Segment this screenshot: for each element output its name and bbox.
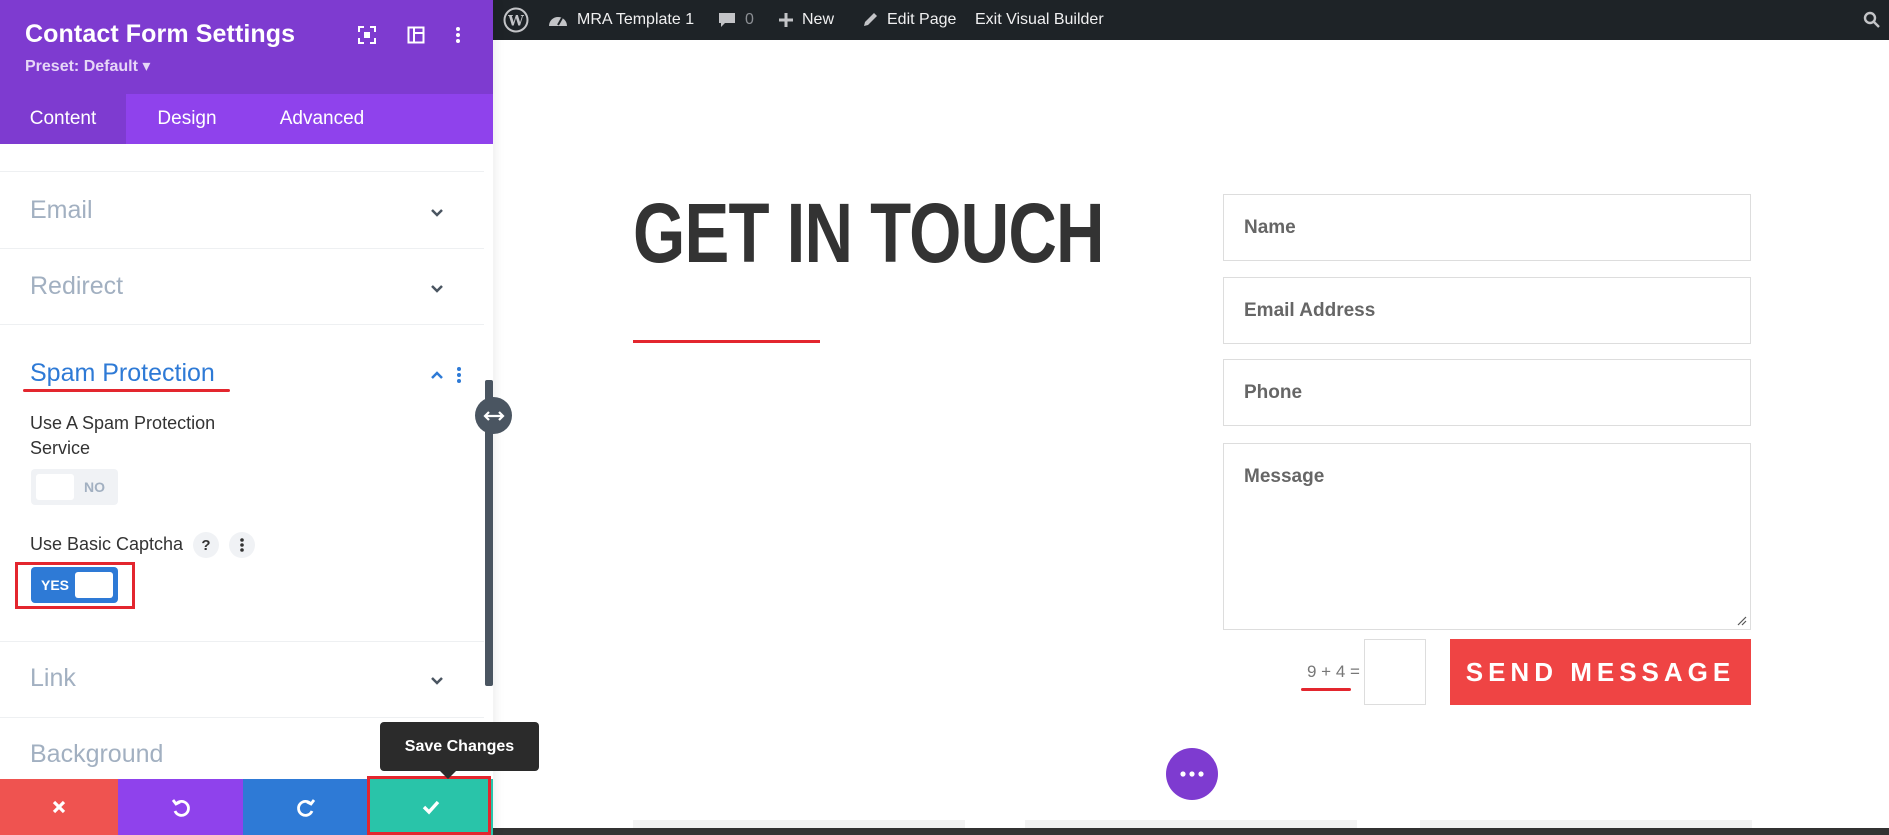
message-field[interactable]: Message bbox=[1223, 443, 1751, 630]
section-link[interactable]: Link bbox=[30, 664, 76, 693]
name-field[interactable]: Name bbox=[1223, 194, 1751, 261]
email-field[interactable]: Email Address bbox=[1223, 277, 1751, 344]
captcha-question: 9 + 4 = bbox=[1307, 662, 1360, 681]
search-icon[interactable] bbox=[1863, 0, 1881, 40]
preset-dropdown[interactable]: Preset: Default ▾ bbox=[25, 56, 150, 76]
resize-grip-icon bbox=[1737, 616, 1747, 626]
site-name: MRA Template 1 bbox=[577, 11, 695, 28]
bottom-border bbox=[493, 828, 1889, 835]
dashboard-icon bbox=[549, 17, 567, 26]
divider bbox=[0, 641, 484, 642]
more-options-icon[interactable] bbox=[447, 24, 469, 46]
panel-body: Email Redirect Spam Protection Use A Spa… bbox=[0, 144, 493, 779]
comments-link[interactable]: 0 bbox=[717, 0, 754, 40]
message-placeholder: Message bbox=[1244, 466, 1325, 487]
divider bbox=[0, 324, 484, 325]
annotation-underline bbox=[1301, 688, 1351, 691]
page-settings-button[interactable] bbox=[1166, 748, 1218, 800]
save-tooltip: Save Changes bbox=[380, 722, 539, 779]
panel-title: Contact Form Settings bbox=[25, 20, 296, 48]
email-placeholder: Email Address bbox=[1244, 300, 1376, 321]
chevron-down-icon[interactable] bbox=[427, 202, 447, 222]
content-card bbox=[1420, 820, 1752, 828]
more-dots-icon bbox=[1180, 771, 1204, 777]
spam-service-toggle[interactable]: NO bbox=[31, 469, 118, 505]
edit-page-label: Edit Page bbox=[887, 11, 957, 28]
admin-bar: W MRA Template 1 0 New Edit Page Exit Vi… bbox=[493, 0, 1889, 40]
phone-field[interactable]: Phone bbox=[1223, 359, 1751, 426]
section-email[interactable]: Email bbox=[30, 196, 93, 225]
settings-tabs: Content Design Advanced bbox=[0, 94, 493, 144]
page-headline: GET IN TOUCH bbox=[633, 186, 1105, 280]
content-card bbox=[633, 820, 965, 828]
section-options-icon[interactable] bbox=[456, 365, 464, 385]
new-label: New bbox=[802, 11, 835, 28]
tab-advanced[interactable]: Advanced bbox=[248, 94, 396, 144]
tab-content[interactable]: Content bbox=[0, 94, 126, 144]
wordpress-logo-icon[interactable]: W bbox=[503, 0, 529, 40]
sidebar-layout-icon[interactable] bbox=[405, 24, 427, 46]
captcha-input[interactable] bbox=[1364, 639, 1426, 705]
section-background[interactable]: Background bbox=[30, 740, 163, 769]
redo-button[interactable] bbox=[243, 779, 368, 835]
settings-panel: Contact Form Settings Preset: Default ▾ … bbox=[0, 0, 493, 835]
resize-arrows-icon bbox=[482, 410, 505, 421]
name-placeholder: Name bbox=[1244, 217, 1296, 238]
panel-resize-handle[interactable] bbox=[475, 397, 512, 434]
phone-placeholder: Phone bbox=[1244, 382, 1303, 403]
option-menu-icon[interactable] bbox=[229, 532, 255, 558]
undo-button[interactable] bbox=[118, 779, 243, 835]
toggle-knob bbox=[36, 474, 74, 500]
plus-icon bbox=[779, 13, 793, 27]
divider bbox=[0, 717, 484, 718]
focus-icon[interactable] bbox=[356, 24, 378, 46]
basic-captcha-label: Use Basic Captcha bbox=[30, 534, 184, 554]
help-icon[interactable]: ? bbox=[193, 532, 219, 558]
page-canvas: GET IN TOUCH Name Email Address Phone Me… bbox=[493, 40, 1889, 835]
comment-icon bbox=[719, 13, 735, 27]
comments-count: 0 bbox=[745, 11, 754, 28]
visual-builder: Contact Form Settings Preset: Default ▾ … bbox=[0, 0, 1889, 835]
send-message-button[interactable]: SEND MESSAGE bbox=[1450, 639, 1751, 705]
divider bbox=[0, 248, 484, 249]
divider bbox=[0, 171, 484, 172]
pencil-icon bbox=[864, 13, 877, 26]
chevron-down-icon[interactable] bbox=[427, 278, 447, 298]
chevron-down-icon[interactable] bbox=[427, 670, 447, 690]
site-name-link[interactable]: MRA Template 1 bbox=[547, 0, 694, 40]
annotation-box bbox=[15, 562, 135, 609]
headline-divider bbox=[633, 340, 820, 343]
close-icon bbox=[52, 800, 66, 814]
tab-design[interactable]: Design bbox=[126, 94, 248, 144]
exit-visual-builder-link[interactable]: Exit Visual Builder bbox=[975, 0, 1104, 40]
chevron-up-icon[interactable] bbox=[427, 365, 447, 385]
undo-icon bbox=[171, 799, 190, 817]
section-spam-protection[interactable]: Spam Protection bbox=[30, 359, 215, 388]
content-card bbox=[1025, 820, 1357, 828]
new-link[interactable]: New bbox=[778, 0, 834, 40]
panel-header: Contact Form Settings Preset: Default ▾ bbox=[0, 0, 493, 94]
spam-service-label: Use A Spam Protection Service bbox=[30, 413, 216, 458]
annotation-underline bbox=[23, 389, 230, 392]
redo-icon bbox=[296, 799, 315, 817]
edit-page-link[interactable]: Edit Page bbox=[861, 0, 956, 40]
discard-button[interactable] bbox=[0, 779, 118, 835]
annotation-box bbox=[367, 776, 491, 835]
section-redirect[interactable]: Redirect bbox=[30, 272, 123, 301]
svg-text:W: W bbox=[507, 14, 524, 30]
toggle-label: NO bbox=[84, 479, 105, 495]
